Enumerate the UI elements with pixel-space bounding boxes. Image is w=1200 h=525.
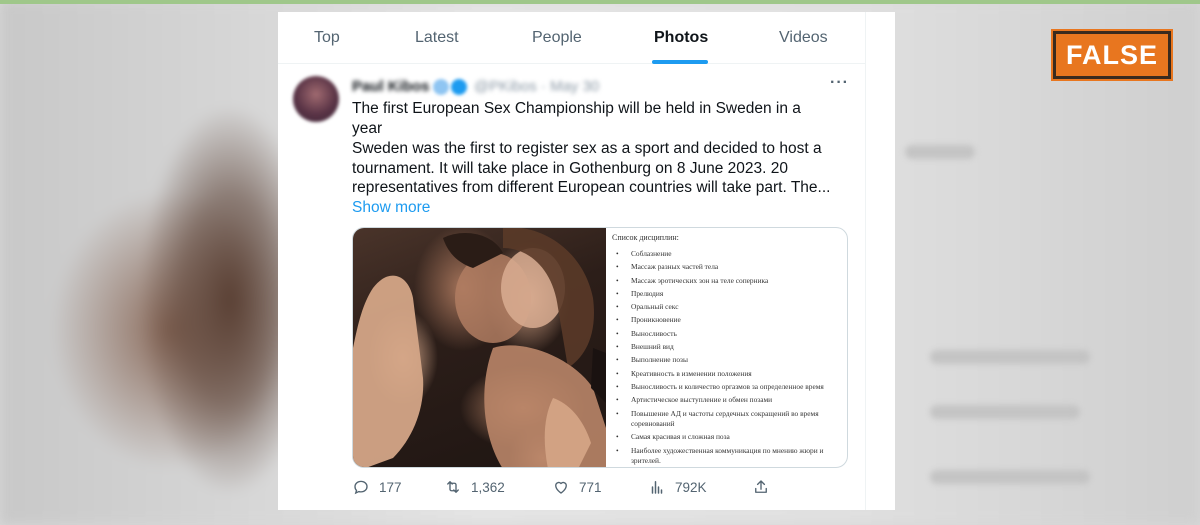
views-count: 792K — [675, 479, 707, 495]
tweet-headline: The first European Sex Championship will… — [352, 100, 801, 137]
search-tabs: Top Latest People Photos Videos — [278, 12, 865, 64]
like-count: 771 — [579, 479, 602, 495]
views-button[interactable]: 792K — [648, 478, 707, 496]
blurred-background-text — [905, 145, 975, 159]
retweet-icon — [447, 481, 459, 493]
tab-top[interactable]: Top — [314, 29, 340, 47]
like-button[interactable]: 771 — [552, 478, 602, 496]
blurred-background-text — [930, 470, 1090, 484]
list-item: Самая красивая и сложная поза — [612, 432, 843, 443]
tab-videos[interactable]: Videos — [779, 29, 828, 47]
reply-icon — [354, 480, 368, 495]
fact-check-verdict-badge: FALSE — [1051, 29, 1173, 81]
tab-photos[interactable]: Photos — [654, 29, 708, 47]
photo-illustration — [353, 228, 606, 467]
retweet-count: 1,362 — [471, 479, 505, 495]
badge-icon — [433, 79, 449, 95]
list-item: Проникновение — [612, 315, 843, 326]
list-item: Выполнение позы — [612, 355, 843, 366]
verified-icon — [451, 79, 467, 95]
list-item: Креативность в изменении положения — [612, 369, 843, 380]
list-item: Прелюдия — [612, 289, 843, 300]
tweet-media[interactable]: Список дисциплин: Соблазнение Массаж раз… — [352, 227, 848, 468]
list-item: Массаж эротических зон на теле соперника — [612, 276, 843, 287]
top-accent-bar — [0, 0, 1200, 4]
list-item: Оральный секс — [612, 302, 843, 313]
blurred-background-text — [930, 350, 1090, 364]
media-photo[interactable] — [353, 228, 606, 467]
avatar[interactable] — [293, 76, 339, 122]
more-options-icon[interactable]: ··· — [830, 74, 849, 92]
author-handle[interactable]: @PKibos · May 30 — [474, 78, 599, 95]
list-title: Список дисциплин: — [612, 233, 679, 242]
list-item: Выносливость и количество оргазмов за оп… — [612, 382, 843, 393]
list-item: Выносливость — [612, 329, 843, 340]
disciplines-list: Список дисциплин: Соблазнение Массаж раз… — [606, 228, 847, 467]
reply-count: 177 — [379, 479, 402, 495]
share-button[interactable] — [752, 478, 779, 496]
list-item: Массаж разных частей тела — [612, 262, 843, 273]
author-name[interactable]: Paul Kibos — [352, 78, 430, 95]
list-item: Наиболее художественная коммуникация по … — [612, 446, 843, 467]
tweet-actions: 177 1,362 771 792K — [352, 478, 832, 502]
tweet-body-text: Sweden was the first to register sex as … — [352, 140, 831, 196]
list-item: Артистическое выступление и обмен позами — [612, 395, 843, 406]
show-more-link[interactable]: Show more — [352, 199, 430, 216]
views-chart-icon — [651, 481, 663, 494]
tab-people[interactable]: People — [532, 29, 582, 47]
list-item: Внешний вид — [612, 342, 843, 353]
verdict-label: FALSE — [1065, 39, 1158, 70]
tweet-body: Sweden was the first to register sex as … — [352, 139, 832, 217]
column-divider — [865, 12, 866, 510]
share-icon — [755, 480, 767, 493]
retweet-button[interactable]: 1,362 — [444, 478, 505, 496]
list-item: Соблазнение — [612, 249, 843, 260]
reply-button[interactable]: 177 — [352, 478, 402, 496]
blurred-background-text — [930, 405, 1080, 419]
tweet-search-card: Top Latest People Photos Videos Paul Kib… — [278, 12, 895, 510]
active-tab-indicator — [652, 60, 708, 64]
tab-latest[interactable]: Latest — [415, 29, 459, 47]
heart-icon — [555, 481, 567, 494]
list-item: Повышение АД и частоты сердечных сокраще… — [612, 409, 843, 430]
